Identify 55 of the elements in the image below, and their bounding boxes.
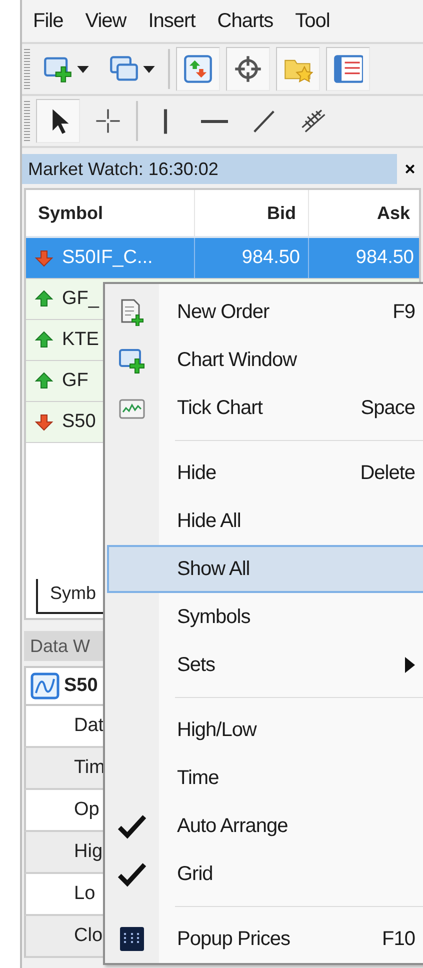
menu-item[interactable]: Hide Delete (107, 449, 423, 497)
list-icon (333, 54, 363, 84)
menu-item[interactable]: File (22, 10, 74, 32)
toolbar-grip[interactable] (24, 101, 30, 141)
vertical-line-icon (163, 108, 168, 134)
menu-label: Chart Window (177, 348, 297, 372)
crosshair-icon (233, 54, 263, 84)
horizontal-line-icon (201, 118, 228, 124)
new-chart-icon (43, 54, 73, 84)
menu-item[interactable]: New Order F9 (107, 288, 423, 336)
ask-cell: 984.50 (308, 238, 422, 278)
menu-label: Hide (177, 462, 216, 484)
menu-item[interactable]: Tool (284, 10, 341, 32)
profiles-icon (109, 54, 139, 84)
menu-label: Show All (177, 558, 250, 580)
symbol-cell: S50IF_C... (62, 247, 153, 269)
menu-label: High/Low (177, 718, 256, 742)
toolbar-button[interactable] (36, 99, 80, 143)
caret-icon (77, 66, 89, 72)
menu-item[interactable]: Insert (137, 10, 206, 32)
column-header[interactable]: Symbol (26, 190, 194, 236)
symbol-cell: GF_ (62, 288, 99, 310)
toolbar-button[interactable] (226, 47, 270, 91)
market-watch-icon (183, 54, 213, 84)
crosshair-icon (93, 106, 123, 136)
menu-item[interactable]: Show All (107, 545, 423, 593)
column-header[interactable]: Ask (308, 190, 422, 236)
symbol-cell: KTE (62, 329, 99, 351)
symbol-label: S50 (64, 675, 98, 697)
shortcut-label: Space (360, 396, 415, 420)
chart-icon (30, 671, 60, 701)
symbol-cell: GF (62, 370, 88, 392)
caret-icon (143, 66, 155, 72)
close-button[interactable]: × (397, 158, 423, 180)
chart-plus-icon (118, 346, 146, 374)
toolbar-grip[interactable] (24, 49, 30, 89)
submenu-arrow-icon (405, 657, 415, 673)
menu-label: Symbols (177, 606, 250, 628)
menu-label: Popup Prices (177, 928, 290, 950)
column-header[interactable]: Bid (194, 190, 308, 236)
menu-item[interactable]: Hide All (107, 497, 423, 545)
bid-cell: 984.50 (194, 238, 308, 278)
symbol-cell: S50 (62, 411, 96, 433)
menu-label: Hide All (177, 510, 241, 532)
menu-label: New Order (177, 300, 270, 324)
menu-item[interactable]: View (74, 10, 138, 32)
shortcut-label: F10 (381, 928, 415, 950)
panel-title: Market Watch: 16:30:02 (22, 154, 397, 184)
menu-item[interactable]: Charts (206, 10, 284, 32)
menu-item[interactable]: Tick Chart Space (107, 384, 423, 432)
shortcut-label: F9 (392, 300, 415, 324)
menu-label: Tick Chart (177, 396, 262, 420)
menu-label: Time (177, 766, 219, 790)
menu-item[interactable]: Chart Window (107, 336, 423, 384)
shortcut-label: Delete (359, 462, 415, 484)
